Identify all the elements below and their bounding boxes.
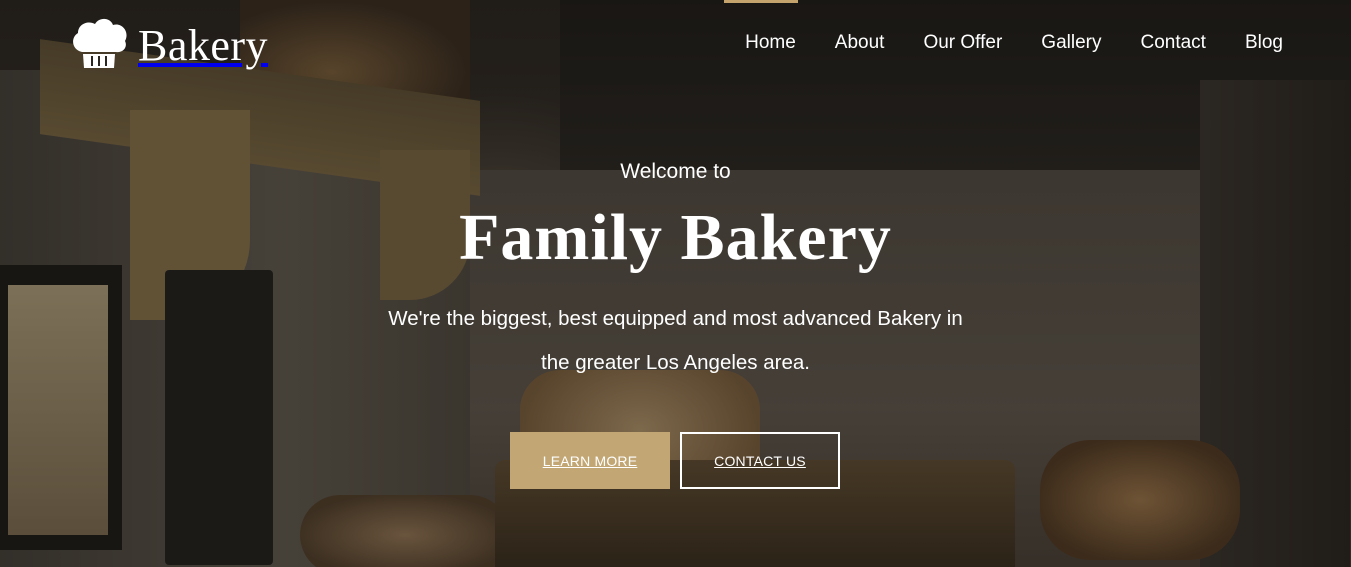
hero-description-line: We're the biggest, best equipped and mos… [388, 307, 963, 330]
nav-item-our-offer[interactable]: Our Offer [923, 32, 1002, 54]
hero-title: Family Bakery [459, 201, 892, 274]
main-nav: Home About Our Offer Gallery Contact Blo… [745, 32, 1283, 54]
hero-section: Bakery Home About Our Offer Gallery Cont… [0, 0, 1351, 567]
hero-description-line: the greater Los Angeles area. [541, 351, 810, 374]
background-loaves [1040, 440, 1240, 560]
background-loaves [300, 495, 510, 567]
hero-description: We're the biggest, best equipped and mos… [0, 297, 1351, 385]
hero-welcome: Welcome to [620, 160, 731, 183]
nav-active-indicator [724, 0, 798, 3]
nav-item-contact[interactable]: Contact [1140, 32, 1205, 54]
nav-item-blog[interactable]: Blog [1245, 32, 1283, 54]
brand-name: Bakery [138, 20, 269, 70]
background-breads [240, 0, 470, 120]
nav-item-gallery[interactable]: Gallery [1041, 32, 1101, 54]
learn-more-button[interactable]: LEARN MORE [510, 432, 670, 489]
nav-item-about[interactable]: About [835, 32, 885, 54]
contact-us-button[interactable]: CONTACT US [680, 432, 840, 489]
brand-logo[interactable]: Bakery [68, 16, 268, 75]
nav-item-home[interactable]: Home [745, 32, 796, 54]
hero-buttons: LEARN MORE CONTACT US [510, 432, 840, 489]
background-kitchen [560, 0, 1351, 180]
chef-hat-icon [68, 16, 130, 75]
